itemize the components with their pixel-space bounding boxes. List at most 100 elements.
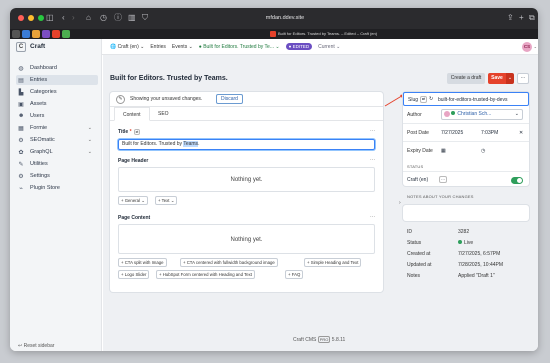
slug-field[interactable]: Slug ⇄ ↻ built-for-editors-trusted-by-de… bbox=[403, 92, 529, 106]
pinned-tab-icon[interactable] bbox=[52, 30, 60, 38]
details-panel: Slug ⇄ ↻ built-for-editors-trusted-by-de… bbox=[399, 92, 529, 342]
chevron-down-icon[interactable]: ⌄ bbox=[534, 44, 537, 49]
revision-switcher[interactable]: Current ⌄ bbox=[318, 44, 340, 50]
crumb-events[interactable]: Events ⌄ bbox=[172, 44, 193, 50]
meta-status-label: Status bbox=[407, 240, 422, 246]
sidebar-item-users[interactable]: ☻ Users bbox=[16, 111, 98, 121]
categories-icon: ▙ bbox=[18, 89, 24, 96]
reset-sidebar-link[interactable]: ↩ Reset sidebar bbox=[18, 343, 54, 349]
clear-icon[interactable]: ✕ bbox=[519, 130, 523, 136]
gauge-icon: ◍ bbox=[18, 65, 24, 72]
meta-status-value: Live bbox=[458, 240, 473, 246]
sidebar-item-dashboard[interactable]: ◍ Dashboard bbox=[16, 63, 98, 73]
page-content-field: Nothing yet. bbox=[118, 224, 375, 254]
site-switcher[interactable]: 🌐 Craft (en) ⌄ bbox=[110, 44, 144, 50]
maximize-window-button[interactable] bbox=[38, 15, 44, 21]
minimize-window-button[interactable] bbox=[28, 15, 34, 21]
add-cta-split-button[interactable]: + CTA split with Image bbox=[118, 258, 167, 267]
author-select[interactable]: Christian Sch... ⌄ bbox=[441, 109, 523, 120]
notes-input[interactable] bbox=[403, 205, 529, 221]
address-bar[interactable]: mfdan.ddev.site bbox=[210, 13, 360, 24]
entries-icon: ▤ bbox=[18, 77, 24, 84]
sidebar-item-utilities[interactable]: ✎ Utilities bbox=[16, 159, 98, 169]
brand: C Craft bbox=[10, 39, 102, 55]
sidebar-item-formie[interactable]: ▦ Formie ⌄ bbox=[16, 123, 98, 133]
add-faq-button[interactable]: + FAQ bbox=[285, 270, 304, 279]
add-cta-centered-button[interactable]: + CTA centered with fullwidth background… bbox=[180, 258, 278, 267]
meta-updated-value: 7/28/2025, 10:44PM bbox=[458, 262, 504, 268]
empty-state-text: Nothing yet. bbox=[230, 177, 263, 183]
sidebar-item-settings[interactable]: ⚙ Settings bbox=[16, 171, 98, 181]
pinned-tab-icon[interactable] bbox=[12, 30, 20, 38]
create-draft-button[interactable]: Create a draft bbox=[447, 73, 485, 84]
post-date-row: Post Date 7/27/2025 7:03PM ✕ bbox=[403, 124, 529, 142]
sidebar-item-categories[interactable]: ▙ Categories bbox=[16, 87, 98, 97]
calendar-icon[interactable]: ▦ bbox=[441, 148, 446, 154]
crumb-entry[interactable]: ● Built for Editors. Trusted by Te... ⌄ bbox=[199, 44, 280, 50]
more-actions-button[interactable]: ··· bbox=[517, 73, 529, 84]
content-card: ✎ Showing your unsaved changes. Discard … bbox=[110, 92, 383, 292]
regenerate-icon[interactable]: ↻ bbox=[429, 96, 433, 102]
enabled-toggle[interactable] bbox=[511, 177, 523, 184]
graphql-icon: ✿ bbox=[18, 149, 24, 156]
save-button[interactable]: Save bbox=[488, 73, 506, 84]
share-icon[interactable]: ⇪ bbox=[507, 13, 514, 23]
sidebar-item-graphql[interactable]: ✿ GraphQL ⌄ bbox=[16, 147, 98, 157]
pinned-tab-icon[interactable] bbox=[22, 30, 30, 38]
field-menu-icon[interactable]: ··· bbox=[370, 128, 375, 134]
history-icon[interactable]: ◷ bbox=[100, 13, 107, 23]
page-content-label: Page Content bbox=[118, 215, 151, 221]
pinned-tab-icon[interactable] bbox=[42, 30, 50, 38]
save-menu-button[interactable]: ⌄ bbox=[506, 73, 514, 84]
sidebar-item-assets[interactable]: ▣ Assets bbox=[16, 99, 98, 109]
title-input[interactable]: Built for Editors. Trusted by Teams. bbox=[118, 139, 375, 150]
add-text-button[interactable]: + Text ⌄ bbox=[155, 196, 178, 205]
sidebar-item-plugin-store[interactable]: ⌁ Plugin Store bbox=[16, 183, 98, 193]
post-time-input[interactable]: 7:03PM bbox=[481, 130, 498, 136]
shield-icon[interactable]: ⛉ bbox=[142, 13, 148, 23]
title-label: Title * ⇄ bbox=[118, 129, 141, 135]
clock-icon[interactable]: ◷ bbox=[481, 148, 485, 154]
breadcrumb: 🌐 Craft (en) ⌄ Entries Events ⌄ ● Built … bbox=[110, 43, 340, 50]
expand-arrow-icon[interactable]: › bbox=[399, 200, 401, 206]
field-menu-icon[interactable]: ··· bbox=[370, 157, 375, 163]
field-menu-icon[interactable]: ··· bbox=[370, 214, 375, 220]
status-heading: STATUS bbox=[407, 164, 424, 169]
info-icon[interactable]: ⓘ bbox=[114, 13, 122, 23]
users-icon: ☻ bbox=[18, 113, 25, 119]
window-controls bbox=[18, 15, 44, 21]
add-hubspot-form-button[interactable]: + HubSpot Form centered with Heading and… bbox=[156, 270, 255, 279]
tab-content[interactable]: Content bbox=[114, 107, 150, 121]
site-status-label: Craft (en) bbox=[407, 177, 429, 183]
expiry-label: Expiry Date bbox=[407, 148, 433, 154]
add-general-button[interactable]: + General ⌄ bbox=[118, 196, 148, 205]
empty-state-text: Nothing yet. bbox=[230, 237, 263, 243]
forward-icon[interactable]: › bbox=[72, 13, 75, 23]
pinned-tab-icon[interactable] bbox=[32, 30, 40, 38]
add-simple-heading-button[interactable]: + Simple Heading and Text bbox=[304, 258, 362, 267]
discard-button[interactable]: Discard bbox=[216, 94, 243, 104]
sidebar-toggle-icon[interactable]: ◫ bbox=[46, 13, 54, 23]
active-tab[interactable]: Built for Editors. Trusted by Teams. – E… bbox=[270, 30, 377, 38]
expiry-date-row: Expiry Date ▦ ◷ bbox=[403, 142, 529, 160]
more-icon[interactable]: ··· bbox=[439, 176, 447, 183]
pinned-tab-icon[interactable] bbox=[62, 30, 70, 38]
crumb-entries[interactable]: Entries bbox=[150, 44, 166, 50]
close-window-button[interactable] bbox=[18, 15, 24, 21]
tab-seo[interactable]: SEO bbox=[150, 107, 177, 121]
chevron-down-icon: ⌄ bbox=[87, 137, 92, 143]
avatar[interactable]: CS bbox=[522, 42, 532, 52]
sidebar-item-seomatic[interactable]: ⚙ SEOmatic ⌄ bbox=[16, 135, 98, 145]
tabs-overview-icon[interactable]: ⧉ bbox=[529, 13, 535, 23]
add-logo-slider-button[interactable]: + Logo Slider bbox=[118, 270, 150, 279]
cms-header: C Craft 🌐 Craft (en) ⌄ Entries Events ⌄ … bbox=[10, 39, 538, 55]
new-tab-icon[interactable]: + bbox=[519, 13, 524, 23]
assets-icon: ▣ bbox=[18, 101, 24, 108]
home-icon[interactable]: ⌂ bbox=[86, 13, 91, 23]
slug-label: Slug bbox=[408, 97, 419, 103]
reader-icon[interactable]: ▥ bbox=[128, 13, 136, 23]
post-date-input[interactable]: 7/27/2025 bbox=[441, 130, 463, 136]
footer: Craft CMS PRO 5.8.11 bbox=[293, 336, 345, 343]
sidebar-item-entries[interactable]: ▤ Entries bbox=[16, 75, 98, 85]
back-icon[interactable]: ‹ bbox=[62, 13, 65, 23]
